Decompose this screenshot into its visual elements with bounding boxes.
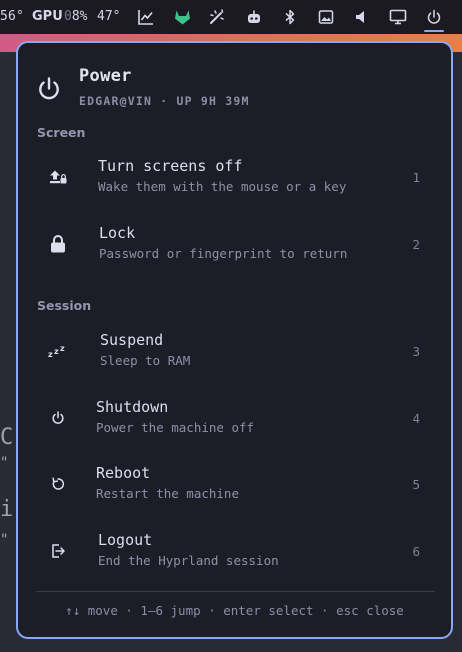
section-label-session: Session bbox=[37, 298, 92, 313]
section-label-screen: Screen bbox=[37, 125, 86, 140]
menu-item-suspend[interactable]: zzz Suspend Sleep to RAM 3 bbox=[34, 324, 434, 382]
active-tab-indicator bbox=[424, 30, 444, 32]
logout-icon bbox=[48, 541, 68, 561]
panel-subtitle: EDGAR@VIN · UP 9H 39M bbox=[79, 94, 250, 108]
menu-item-description: Sleep to RAM bbox=[100, 353, 191, 368]
gpu-usage: 08% bbox=[64, 9, 87, 24]
menu-item-description: Power the machine off bbox=[96, 420, 255, 435]
robot-icon[interactable] bbox=[245, 8, 263, 26]
menu-item-turn-screens-off[interactable]: Turn screens off Wake them with the mous… bbox=[34, 150, 434, 208]
power-icon bbox=[48, 408, 68, 428]
power-menu-panel: Power EDGAR@VIN · UP 9H 39M Screen Turn … bbox=[16, 41, 453, 639]
background-text: " bbox=[0, 532, 9, 548]
menu-item-description: Wake them with the mouse or a key bbox=[98, 179, 347, 194]
menu-item-label: Shutdown bbox=[96, 398, 169, 416]
menu-item-lock[interactable]: Lock Password or fingerprint to return 2 bbox=[34, 217, 434, 275]
volume-icon[interactable] bbox=[352, 8, 370, 26]
panel-title: Power bbox=[79, 66, 132, 86]
gpu-usage-prefix: 0 bbox=[64, 9, 72, 24]
menu-item-shutdown[interactable]: Shutdown Power the machine off 4 bbox=[34, 391, 434, 449]
menu-item-shortcut: 1 bbox=[412, 170, 420, 185]
menu-item-shortcut: 6 bbox=[412, 544, 420, 559]
menu-item-label: Turn screens off bbox=[98, 157, 243, 175]
bluetooth-icon[interactable] bbox=[281, 8, 299, 26]
restart-icon bbox=[48, 474, 68, 494]
menu-item-reboot[interactable]: Reboot Restart the machine 5 bbox=[34, 457, 434, 515]
menu-item-description: End the Hyprland session bbox=[98, 553, 279, 568]
svg-text:z: z bbox=[48, 350, 53, 359]
keyboard-hints: ↑↓ move · 1–6 jump · enter select · esc … bbox=[65, 603, 404, 618]
svg-text:z: z bbox=[54, 347, 59, 356]
power-icon bbox=[36, 76, 62, 102]
menu-item-label: Logout bbox=[98, 531, 153, 549]
menu-item-label: Reboot bbox=[96, 464, 151, 482]
gitlab-icon[interactable] bbox=[173, 8, 191, 26]
menu-item-shortcut: 3 bbox=[412, 344, 420, 359]
gpu-label: GPU bbox=[32, 9, 63, 24]
screen-off-icon bbox=[48, 167, 68, 187]
menu-item-description: Restart the machine bbox=[96, 486, 239, 501]
menu-item-label: Lock bbox=[99, 224, 136, 242]
status-bar: 56° GPU 08% 47° bbox=[0, 0, 462, 34]
menu-item-logout[interactable]: Logout End the Hyprland session 6 bbox=[34, 524, 434, 582]
menu-item-description: Password or fingerprint to return bbox=[99, 246, 348, 261]
sleep-icon: zzz bbox=[48, 341, 68, 361]
background-text: " bbox=[0, 455, 9, 471]
lock-icon bbox=[48, 234, 68, 254]
power-icon[interactable] bbox=[425, 8, 443, 26]
monitor-icon[interactable] bbox=[389, 8, 407, 26]
menu-item-shortcut: 2 bbox=[412, 237, 420, 252]
wand-icon[interactable] bbox=[208, 8, 226, 26]
image-icon[interactable] bbox=[317, 8, 335, 26]
footer-divider bbox=[36, 591, 435, 592]
cpu-temp: 56° bbox=[0, 9, 25, 24]
background-text: C bbox=[0, 425, 14, 450]
gpu-usage-value: 8% bbox=[71, 9, 88, 24]
gpu-temp: 47° bbox=[97, 9, 121, 24]
menu-item-label: Suspend bbox=[100, 331, 164, 349]
background-text: i bbox=[0, 497, 14, 522]
chart-icon[interactable] bbox=[137, 8, 155, 26]
svg-text:z: z bbox=[60, 344, 65, 353]
menu-item-shortcut: 5 bbox=[412, 477, 420, 492]
menu-item-shortcut: 4 bbox=[412, 411, 420, 426]
